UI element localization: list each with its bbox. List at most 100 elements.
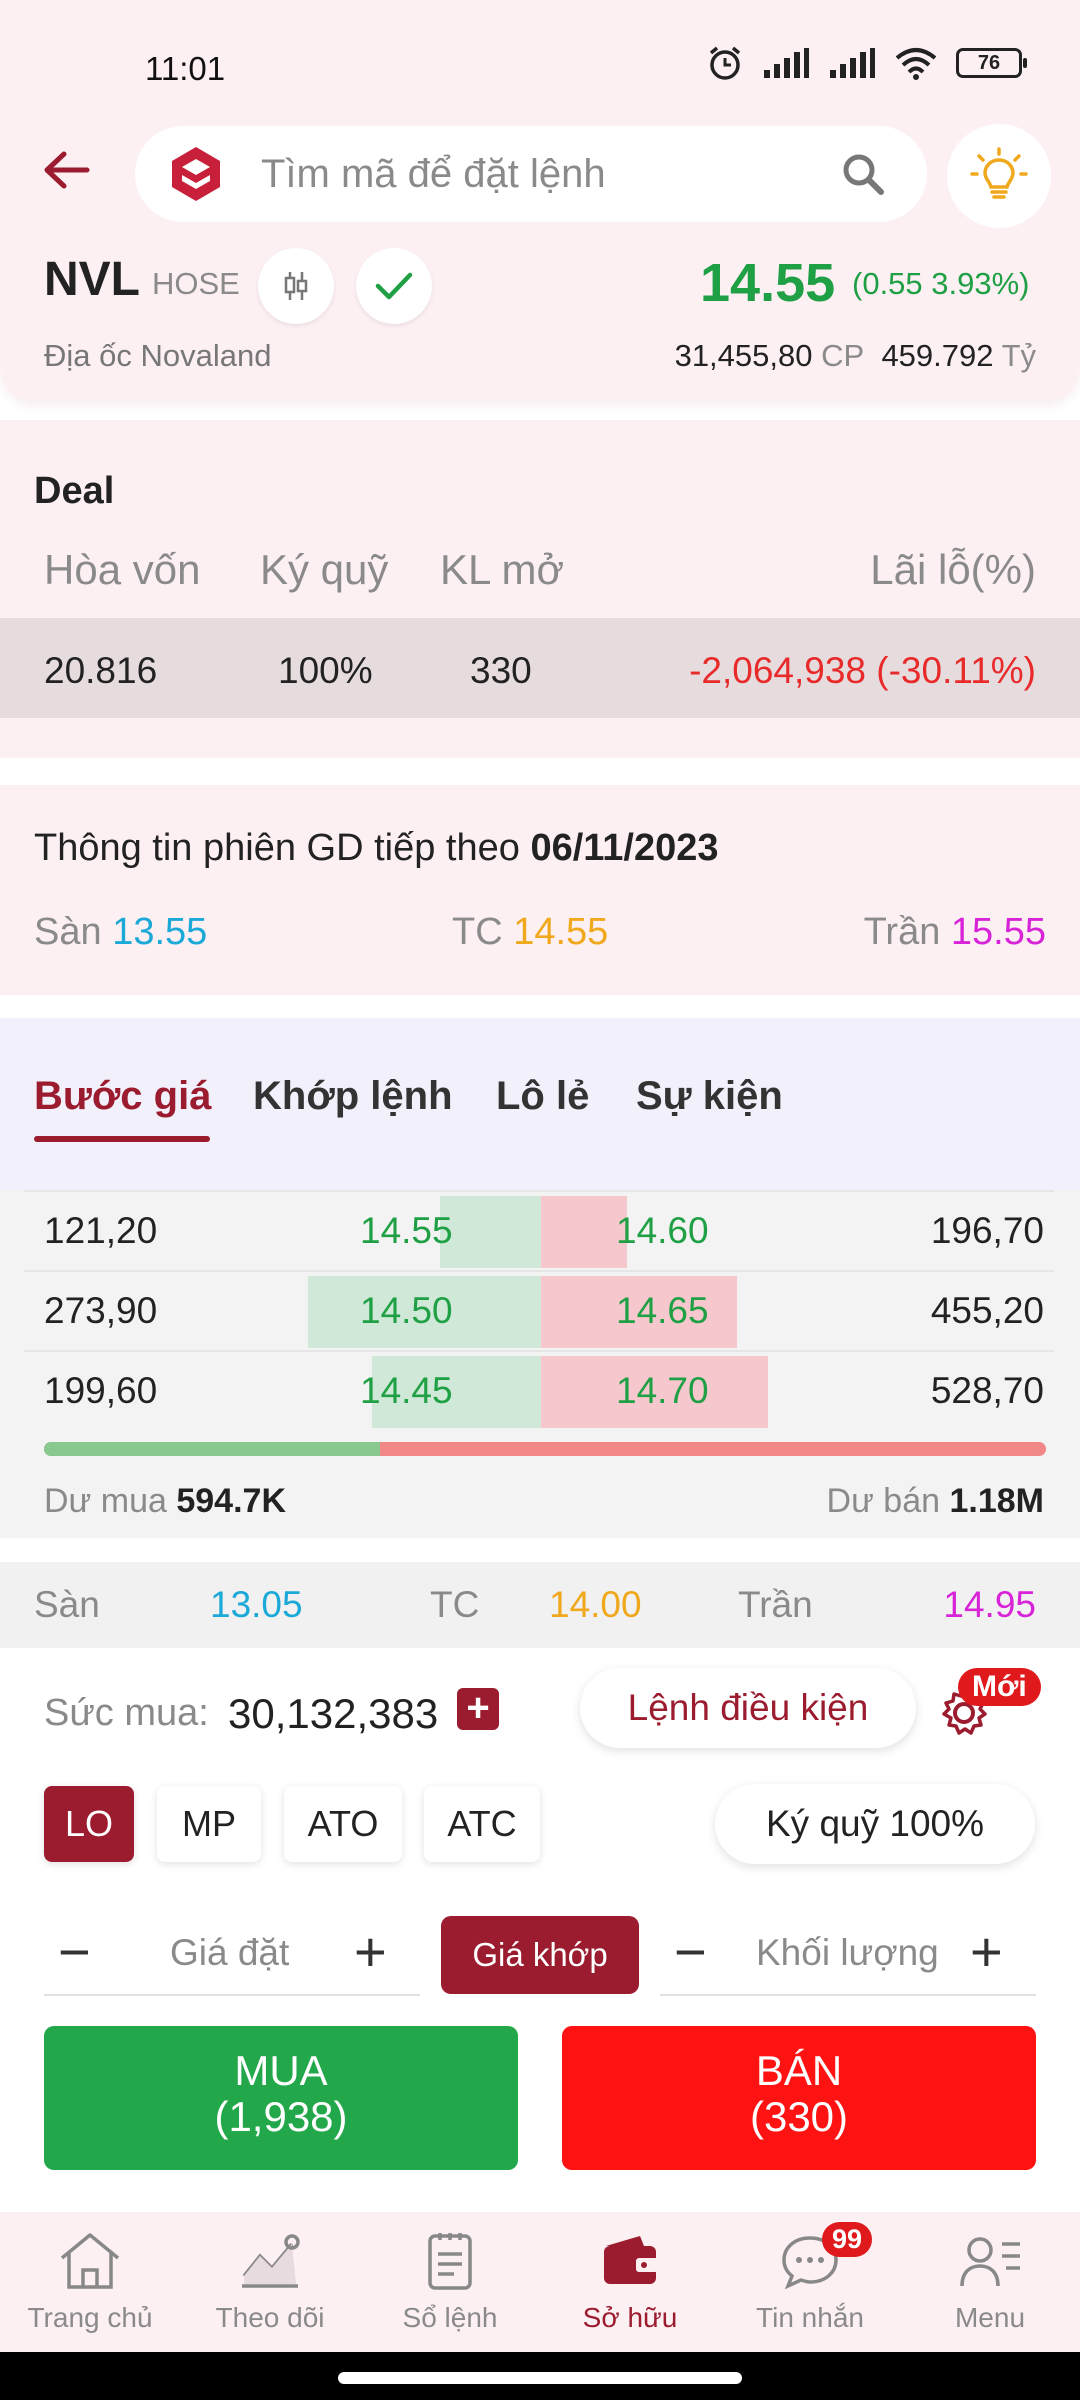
- floor-label: Sàn: [34, 1584, 100, 1625]
- nav-watchlist[interactable]: Theo dõi: [180, 2230, 360, 2334]
- nav-messages[interactable]: 99 Tin nhắn: [720, 2222, 900, 2334]
- wifi-icon: [895, 48, 937, 80]
- margin-selector[interactable]: Ký quỹ 100%: [715, 1784, 1035, 1864]
- next-ref: TC 14.55: [452, 911, 608, 954]
- tab-events[interactable]: Sự kiện: [636, 1074, 783, 1119]
- arrow-left-icon: [44, 151, 90, 189]
- message-badge: 99: [822, 2222, 873, 2257]
- stock-exchange: HOSE: [152, 266, 240, 301]
- lightbulb-icon: [970, 147, 1028, 199]
- current-price: 14.55: [700, 253, 836, 313]
- order-type-lo[interactable]: LO: [44, 1786, 134, 1862]
- tab-price-step[interactable]: Bước giá: [34, 1074, 211, 1119]
- bid-price[interactable]: 14.50: [360, 1290, 453, 1332]
- sell-button[interactable]: BÁN (330): [562, 2026, 1036, 2170]
- price-increase-button[interactable]: +: [354, 1922, 387, 1982]
- qty-increase-button[interactable]: +: [970, 1922, 1003, 1982]
- buying-power-value: 30,132,383: [228, 1690, 439, 1737]
- search-icon[interactable]: [841, 152, 885, 196]
- next-floor: Sàn 13.55: [34, 911, 207, 954]
- conditional-order-button[interactable]: Lệnh điều kiện: [580, 1668, 916, 1748]
- bottom-nav: Trang chủ Theo dõi Sổ lệnh Sở hữu 99 Tin…: [0, 2212, 1080, 2352]
- home-gesture-handle[interactable]: [338, 2372, 742, 2384]
- buy-quantity: (1,938): [214, 2093, 348, 2140]
- ask-volume: 455,20: [930, 1290, 1044, 1331]
- nav-menu[interactable]: Menu: [900, 2230, 1080, 2334]
- next-floor-label: Sàn: [34, 911, 102, 953]
- order-book-row[interactable]: 199,60 14.45 14.70 528,70: [24, 1350, 1054, 1430]
- nav-messages-label: Tin nhắn: [756, 2302, 864, 2333]
- match-price-button[interactable]: Giá khớp: [441, 1916, 639, 1994]
- order-book-row[interactable]: 121,20 14.55 14.60 196,70: [24, 1190, 1054, 1270]
- idea-button[interactable]: [947, 124, 1051, 228]
- nav-orderbook-label: Sổ lệnh: [402, 2302, 498, 2333]
- deal-row[interactable]: 20.816 100% 330 -2,064,938 (-30.11%): [0, 618, 1080, 718]
- price-decrease-button[interactable]: −: [58, 1922, 91, 1982]
- status-icons: 76: [706, 44, 1027, 82]
- bid-price[interactable]: 14.55: [360, 1210, 453, 1252]
- order-type-atc[interactable]: ATC: [424, 1786, 540, 1862]
- volume-line: 31,455,80 CP 459.792 Tỷ: [675, 338, 1036, 374]
- order-type-mp[interactable]: MP: [157, 1786, 261, 1862]
- bid-volume: 199,60: [44, 1370, 158, 1411]
- next-ref-value: 14.55: [513, 911, 609, 953]
- candlestick-icon: [284, 272, 308, 300]
- nav-portfolio[interactable]: Sở hữu: [540, 2230, 720, 2334]
- order-book-row[interactable]: 273,90 14.50 14.65 455,20: [24, 1270, 1054, 1350]
- watch-check-button[interactable]: [356, 248, 432, 324]
- add-funds-button[interactable]: +: [457, 1688, 499, 1730]
- deal-margin: 100%: [278, 650, 373, 691]
- total-volume: 31,455,80: [674, 338, 813, 373]
- qty-decrease-button[interactable]: −: [674, 1922, 707, 1982]
- ceil-price[interactable]: 14.95: [943, 1584, 1036, 1626]
- ask-depth-bar: [541, 1196, 627, 1268]
- buy-ratio-fill: [44, 1442, 380, 1456]
- new-badge: Mới: [958, 1668, 1041, 1706]
- order-type-ato[interactable]: ATO: [284, 1786, 402, 1862]
- sell-quantity: (330): [749, 2093, 849, 2140]
- user-menu-icon: [960, 2237, 1020, 2287]
- volume-unit: CP: [821, 338, 865, 373]
- ref-label: TC: [430, 1584, 480, 1625]
- battery-icon: 76: [956, 48, 1027, 78]
- bid-volume: 273,90: [44, 1290, 158, 1331]
- ref-price[interactable]: 14.00: [549, 1584, 642, 1626]
- residual-sell-value: 1.18M: [949, 1482, 1045, 1520]
- nav-home[interactable]: Trang chủ: [0, 2230, 180, 2334]
- next-ceil-label: Trần: [863, 911, 941, 953]
- deal-breakeven: 20.816: [44, 650, 158, 691]
- buy-button[interactable]: MUA (1,938): [44, 2026, 518, 2170]
- price-limits-strip: Sàn 13.05 TC 14.00 Trần 14.95: [0, 1562, 1080, 1648]
- ask-price[interactable]: 14.65: [616, 1290, 709, 1332]
- ask-price[interactable]: 14.60: [616, 1210, 709, 1252]
- buy-sell-ratio-bar: [44, 1442, 1046, 1456]
- price-input[interactable]: Giá đặt: [170, 1932, 289, 1974]
- deal-header-margin: Ký quỹ: [260, 546, 389, 593]
- company-name: Địa ốc Novaland: [44, 338, 272, 373]
- search-input[interactable]: Tìm mã để đặt lệnh: [135, 126, 927, 222]
- stock-symbol: NVL: [44, 253, 140, 306]
- deal-profit-loss: -2,064,938 (-30.11%): [689, 650, 1036, 691]
- floor-price[interactable]: 13.05: [210, 1584, 303, 1626]
- nav-orderbook[interactable]: Sổ lệnh: [360, 2230, 540, 2334]
- deal-section: Deal Hòa vốn Ký quỹ KL mở Lãi lỗ(%) 20.8…: [0, 420, 1080, 758]
- bid-depth-bar: [440, 1196, 541, 1268]
- ask-volume: 196,70: [930, 1210, 1044, 1251]
- quantity-input[interactable]: Khối lượng: [756, 1932, 939, 1974]
- chart-button[interactable]: [258, 248, 334, 324]
- residual-buy-value: 594.7K: [176, 1482, 286, 1520]
- deal-open-qty: 330: [470, 650, 532, 691]
- tab-matched[interactable]: Khớp lệnh: [253, 1074, 453, 1119]
- next-session-label: Thông tin phiên GD tiếp theo: [34, 827, 520, 869]
- residual-buy: Dư mua 594.7K: [44, 1482, 286, 1521]
- buy-label: MUA: [234, 2047, 328, 2094]
- tab-odd-lot[interactable]: Lô lẻ: [496, 1074, 589, 1119]
- market-tabs: Bước giá Khớp lệnh Lô lẻ Sự kiện: [0, 1018, 1080, 1190]
- ask-price[interactable]: 14.70: [616, 1370, 709, 1412]
- bid-price[interactable]: 14.45: [360, 1370, 453, 1412]
- signal-icon: [764, 48, 809, 78]
- residual-buy-label: Dư mua: [44, 1482, 167, 1520]
- back-button[interactable]: [36, 140, 96, 200]
- residual-sell-label: Dư bán: [826, 1482, 941, 1520]
- active-tab-indicator: [34, 1136, 210, 1142]
